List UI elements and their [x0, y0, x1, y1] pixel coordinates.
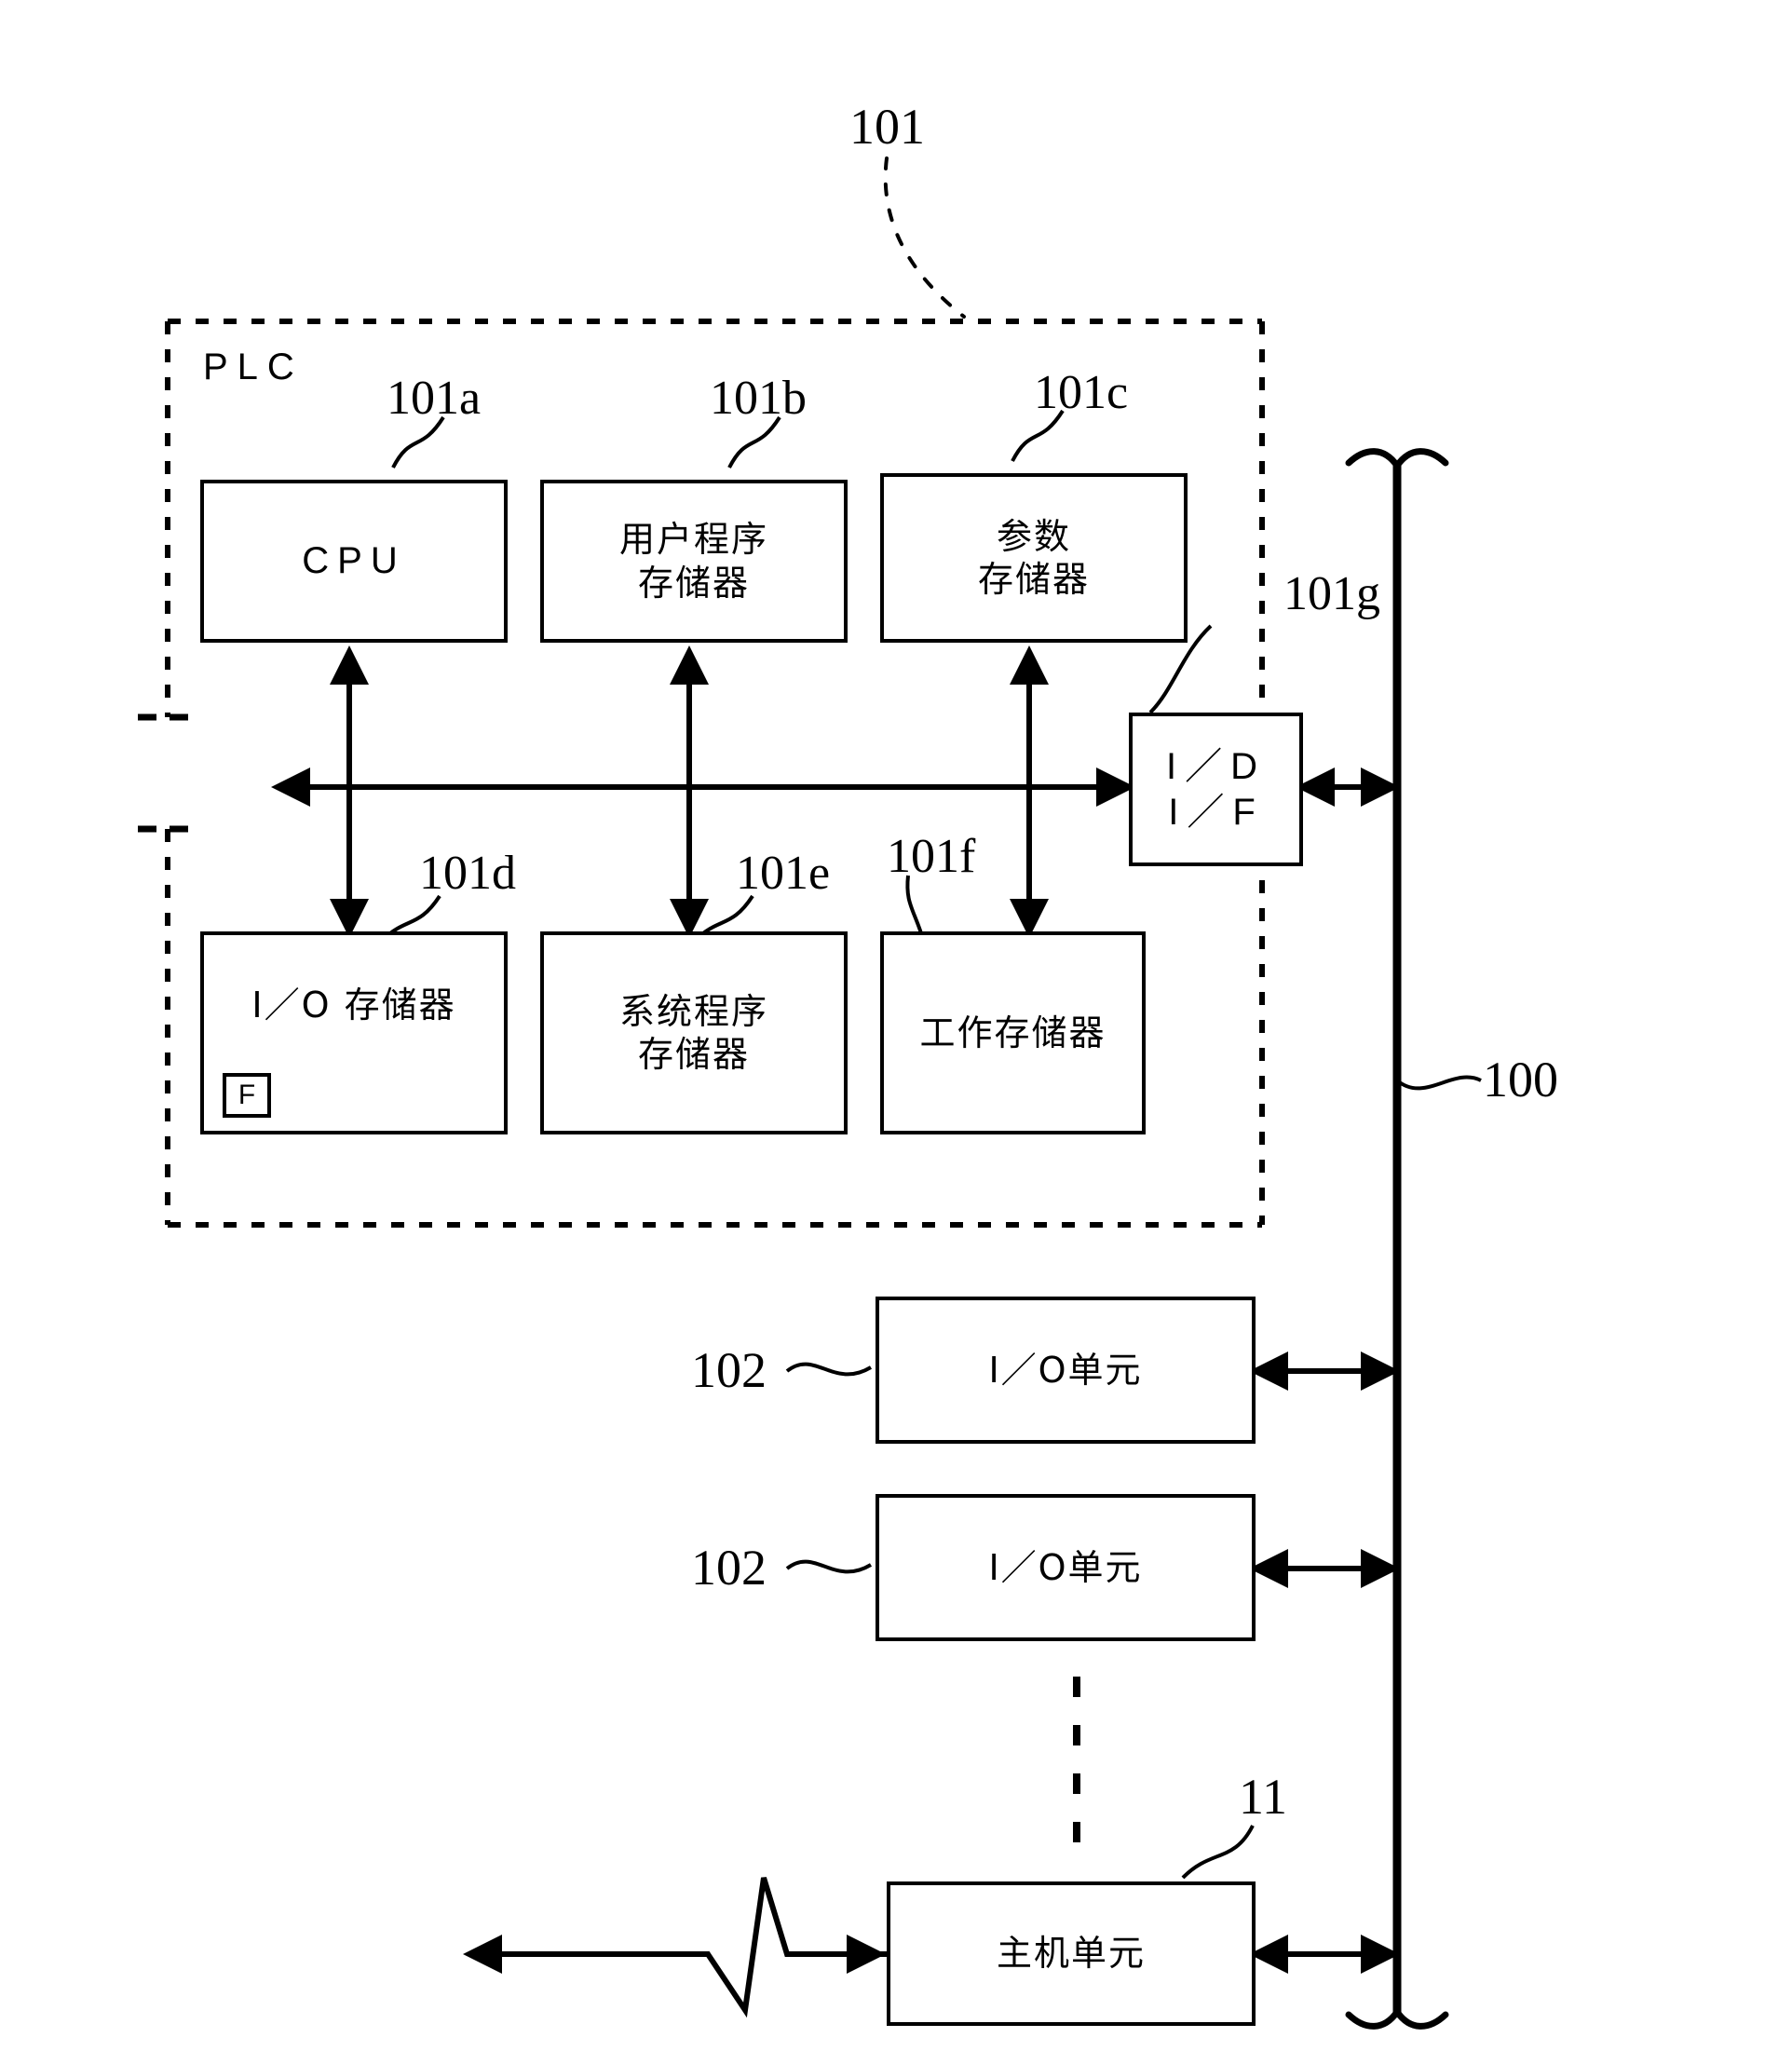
ref-label-101f: 101f: [887, 830, 976, 883]
block-parameter-memory-label-line2: 存储器: [977, 559, 1090, 600]
ref-label-101g: 101g: [1283, 567, 1380, 620]
ref-label-101e: 101e: [736, 847, 831, 900]
block-id-if[interactable]: I／D I／F: [1129, 713, 1303, 866]
block-host-unit[interactable]: 主机单元: [887, 1881, 1256, 2026]
leader-102-a: [785, 1362, 873, 1377]
leader-100: [1395, 1075, 1482, 1091]
ref-label-101c: 101c: [1034, 366, 1129, 419]
ref-label-101: 101: [849, 99, 925, 155]
block-host-unit-label: 主机单元: [996, 1933, 1146, 1975]
block-io-unit-2[interactable]: I／O单元: [876, 1494, 1256, 1641]
ref-label-101d: 101d: [419, 847, 516, 900]
io-memory-flag-box[interactable]: F: [223, 1073, 271, 1118]
ref-label-101a: 101a: [387, 372, 482, 425]
block-user-program-memory-label-line1: 用户程序: [618, 519, 768, 561]
block-system-program-memory-label-line2: 存储器: [637, 1034, 750, 1075]
leader-102-b: [785, 1559, 873, 1574]
ref-label-102-unit-1: 102: [691, 1342, 767, 1398]
block-io-unit-2-label: I／O单元: [988, 1546, 1143, 1588]
block-io-memory[interactable]: I／O 存储器 F: [200, 931, 508, 1134]
ref-label-11: 11: [1239, 1769, 1287, 1825]
block-io-unit-1[interactable]: I／O单元: [876, 1297, 1256, 1444]
ref-label-101b: 101b: [710, 372, 807, 425]
system-bus-bottom-brace: [1345, 2005, 1449, 2030]
leader-101: [883, 156, 966, 319]
block-work-memory[interactable]: 工作存储器: [880, 931, 1146, 1134]
block-parameter-memory-label-line1: 参数: [996, 515, 1071, 557]
system-bus-top-brace: [1345, 448, 1449, 472]
plc-caption: PLC: [203, 346, 304, 387]
leader-11: [1181, 1825, 1255, 1880]
ref-label-100: 100: [1483, 1052, 1558, 1107]
block-parameter-memory[interactable]: 参数 存储器: [880, 473, 1188, 643]
leader-101f: [905, 875, 923, 934]
vertical-ellipsis: [1073, 1677, 1080, 1842]
block-system-program-memory-label-line1: 系统程序: [618, 990, 768, 1032]
ref-label-102-unit-2: 102: [691, 1540, 767, 1596]
block-id-if-label-line1: I／D: [1166, 745, 1266, 787]
block-cpu[interactable]: CPU: [200, 480, 508, 643]
block-cpu-label: CPU: [302, 540, 406, 582]
block-io-memory-label: I／O 存储器: [251, 985, 456, 1026]
figure-canvas: CPU 用户程序 存储器 参数 存储器 I／D I／F I／O 存储器 F 系统…: [0, 0, 1792, 2051]
block-system-program-memory[interactable]: 系统程序 存储器: [540, 931, 848, 1134]
io-memory-flag-label: F: [238, 1079, 256, 1110]
host-unit-external-link: [463, 1877, 887, 2018]
block-io-unit-1-label: I／O单元: [988, 1349, 1143, 1391]
block-user-program-memory[interactable]: 用户程序 存储器: [540, 480, 848, 643]
block-id-if-label-line2: I／F: [1168, 791, 1264, 833]
block-user-program-memory-label-line2: 存储器: [637, 562, 750, 604]
block-work-memory-label: 工作存储器: [919, 1012, 1106, 1053]
